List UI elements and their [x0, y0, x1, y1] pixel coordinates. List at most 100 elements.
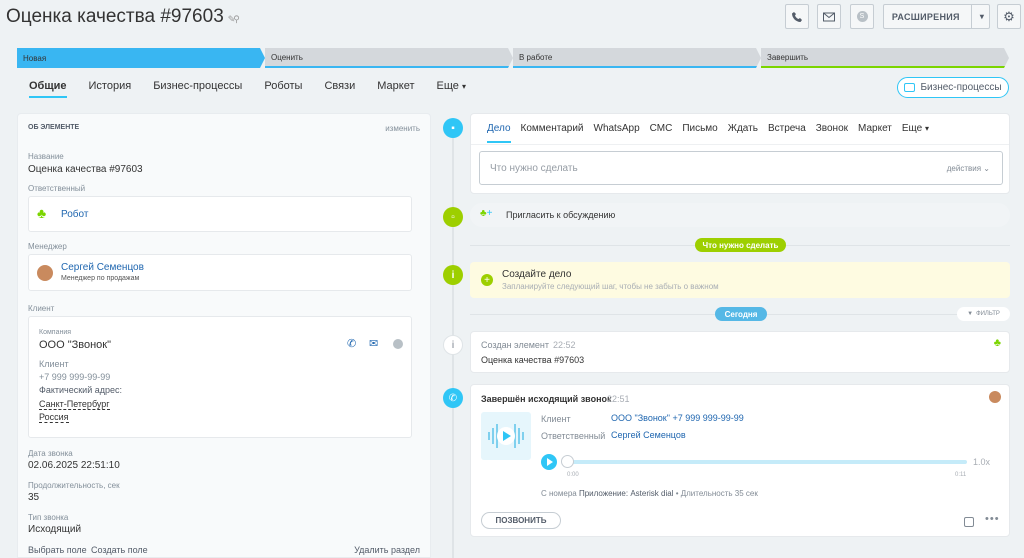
phone-icon: ✆	[443, 388, 463, 408]
create-task-card[interactable]: + Создайте дело Запланируйте следующий ш…	[470, 262, 1010, 298]
create-task-subtitle: Запланируйте следующий шаг, чтобы не заб…	[502, 282, 719, 291]
invite-bar[interactable]: ♣+ Пригласить к обсуждению	[470, 203, 1010, 227]
call-title: Завершён исходящий звонок	[481, 394, 612, 404]
call-client-phone: +7 999 999-99-99	[672, 413, 744, 423]
city[interactable]: Санкт-Петербург	[39, 399, 110, 410]
from-number: С номера Приложение: Asterisk dial • Дли…	[541, 489, 758, 498]
manager-label: Менеджер	[28, 242, 67, 251]
chevron-down-icon[interactable]: ▾	[970, 5, 992, 28]
bp-button-label: Бизнес-процессы	[920, 82, 1002, 93]
tab-market[interactable]: Маркет	[377, 80, 414, 98]
plus-icon: +	[481, 274, 493, 286]
title-text: Оценка качества #97603	[6, 6, 224, 27]
editor-tab-call[interactable]: Звонок	[816, 123, 848, 143]
audio-handle[interactable]	[561, 455, 574, 468]
todo-pill: Что нужно сделать	[695, 238, 786, 252]
editor-tab-more[interactable]: Еще ▾	[902, 123, 929, 143]
edit-link[interactable]: изменить	[385, 124, 420, 133]
skype-icon[interactable]	[393, 339, 403, 349]
stage-label: Завершить	[767, 52, 809, 62]
call-button[interactable]: ПОЗВОНИТЬ	[481, 512, 561, 529]
from-label: С номера	[541, 489, 577, 498]
mail-icon[interactable]: ✉	[369, 337, 378, 350]
client-label: Клиент	[28, 304, 55, 313]
client-phone: +7 999 999-99-99	[39, 372, 111, 382]
tab-history[interactable]: История	[89, 80, 132, 98]
bp-icon	[904, 83, 916, 92]
note-icon[interactable]	[964, 517, 974, 527]
extensions-label: РАСШИРЕНИЯ	[891, 11, 960, 22]
editor-tab-email[interactable]: Письмо	[682, 123, 717, 143]
manager-role: Менеджер по продажам	[61, 275, 140, 282]
stage-evaluate[interactable]: Оценить	[265, 48, 513, 68]
name-label: Название	[28, 152, 64, 161]
edit-title-icon[interactable]: ✎⚲	[228, 14, 240, 25]
robot-plus-icon: ♣+	[480, 208, 493, 219]
audio-progress[interactable]	[567, 460, 967, 464]
filter-button[interactable]: ▼ ФИЛЬТР	[957, 307, 1010, 321]
call-resp-label: Ответственный	[541, 431, 606, 441]
stage-finish[interactable]: Завершить	[761, 48, 1009, 68]
created-title: Создан элемент	[481, 340, 549, 350]
duration-value: 35	[28, 492, 40, 503]
play-button[interactable]	[541, 454, 557, 470]
more-icon[interactable]: •••	[985, 513, 1000, 525]
create-field-link[interactable]: Создать поле	[91, 545, 148, 555]
delete-section-link[interactable]: Удалить раздел	[354, 545, 420, 555]
date-value: 02.06.2025 22:51:10	[28, 460, 120, 471]
time-end: 0:11	[955, 472, 967, 478]
speed-toggle[interactable]: 1.0x	[973, 457, 990, 467]
filter-icon: ▼	[967, 311, 974, 317]
editor-tab-task[interactable]: Дело	[487, 123, 511, 143]
resp-value[interactable]: Робот	[61, 209, 88, 220]
mail-button[interactable]	[817, 4, 841, 29]
call-client-label: Клиент	[541, 414, 571, 424]
settings-button[interactable]: ⚙	[997, 4, 1021, 29]
editor-tab-wait[interactable]: Ждать	[728, 123, 758, 143]
call-time: 22:51	[607, 394, 630, 404]
skype-button[interactable]: S	[850, 4, 874, 29]
comment-icon: ▪	[443, 118, 463, 138]
robot-icon: ♣	[993, 337, 1001, 349]
phone-icon	[792, 11, 802, 22]
time-start: 0:00	[567, 472, 579, 478]
filter-label: ФИЛЬТР	[976, 311, 1000, 317]
task-input[interactable]: Что нужно сделать действия ⌄	[479, 151, 1003, 185]
phone-icon[interactable]: ✆	[347, 337, 356, 350]
stage-new[interactable]: Новая	[17, 48, 265, 68]
type-label: Тип звонка	[28, 513, 69, 522]
choose-field-link[interactable]: Выбрать поле	[28, 545, 87, 555]
editor-tabs: Дело Комментарий WhatsApp СМС Письмо Жда…	[487, 123, 939, 143]
resp-label: Ответственный	[28, 184, 86, 193]
editor-tab-more-label: Еще	[901, 123, 923, 134]
date-label: Дата звонка	[28, 449, 73, 458]
editor-tab-whatsapp[interactable]: WhatsApp	[594, 123, 640, 143]
manager-name[interactable]: Сергей Семенцов	[61, 262, 144, 273]
call-duration: • Длительность 35 сек	[675, 489, 758, 498]
audio-thumbnail[interactable]	[481, 412, 531, 460]
call-client[interactable]: ООО "Звонок" +7 999 999-99-99	[611, 413, 744, 423]
page-title: Оценка качества #97603 ✎⚲	[6, 6, 240, 28]
editor-tab-sms[interactable]: СМС	[650, 123, 673, 143]
play-icon	[547, 458, 553, 466]
phone-button[interactable]	[785, 4, 809, 29]
stage-label: Оценить	[271, 52, 303, 62]
tab-robots[interactable]: Роботы	[264, 80, 302, 98]
bp-button[interactable]: Бизнес-процессы	[897, 77, 1009, 98]
tab-more[interactable]: Еще ▾	[437, 80, 466, 98]
extensions-button[interactable]: РАСШИРЕНИЯ ▾	[883, 4, 990, 29]
stage-label: В работе	[519, 52, 553, 62]
chevron-down-icon: ▾	[461, 82, 466, 91]
editor-tab-market[interactable]: Маркет	[858, 123, 892, 143]
tab-bp[interactable]: Бизнес-процессы	[153, 80, 242, 98]
tab-links[interactable]: Связи	[324, 80, 355, 98]
actions-dropdown[interactable]: действия ⌄	[947, 164, 990, 173]
create-task-title: Создайте дело	[502, 269, 572, 280]
stage-in-work[interactable]: В работе	[513, 48, 761, 68]
editor-tab-comment[interactable]: Комментарий	[521, 123, 584, 143]
call-resp-value[interactable]: Сергей Семенцов	[611, 430, 686, 440]
tab-general[interactable]: Общие	[29, 80, 67, 98]
editor-tab-meeting[interactable]: Встреча	[768, 123, 806, 143]
country[interactable]: Россия	[39, 412, 69, 423]
created-text: Оценка качества #97603	[481, 355, 585, 365]
